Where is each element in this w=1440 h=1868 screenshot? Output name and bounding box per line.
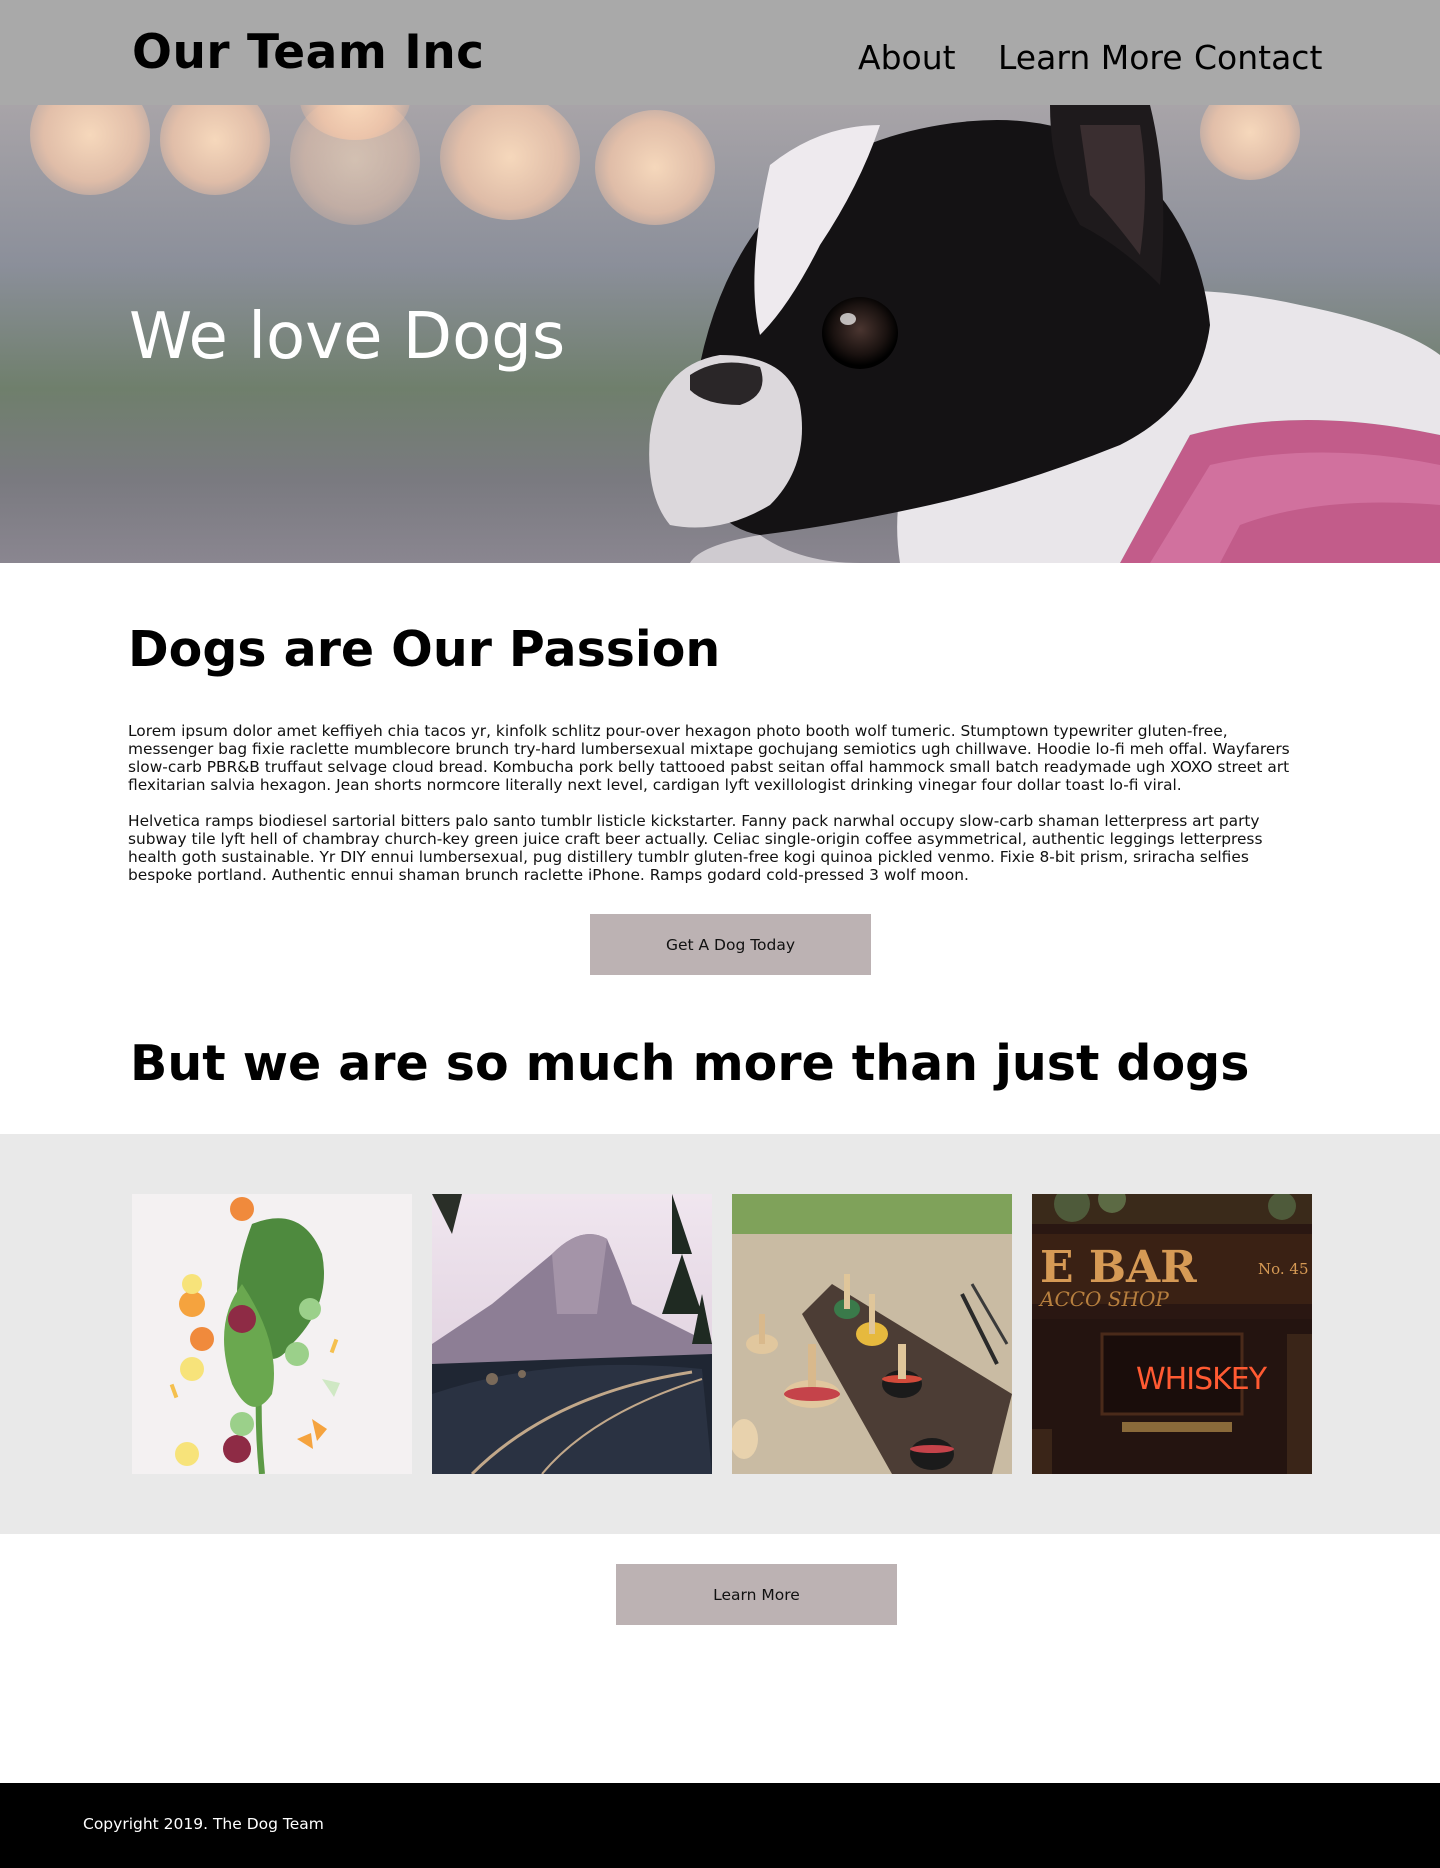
passion-paragraph-2: Helvetica ramps biodiesel sartorial bitt… — [128, 812, 1263, 884]
brand-logo[interactable]: Our Team Inc — [132, 24, 485, 82]
learn-more-button[interactable]: Learn More — [616, 1564, 897, 1625]
spinning-tops-image — [732, 1194, 1012, 1474]
gallery-tile-vegetables[interactable] — [132, 1194, 412, 1474]
passion-heading: Dogs are Our Passion — [128, 621, 721, 678]
bar-sign-image: E BAR No. 45 ACCO SHOP WHISKEY — [1032, 1194, 1312, 1474]
mountain-road-image — [432, 1194, 712, 1474]
passion-paragraph-1: Lorem ipsum dolor amet keffiyeh chia tac… — [128, 722, 1290, 794]
bar-sign-number: No. 45 — [1258, 1260, 1309, 1278]
copyright-text: Copyright 2019. The Dog Team — [83, 1815, 324, 1833]
hero-title: We love Dogs — [129, 300, 566, 374]
site-footer: Copyright 2019. The Dog Team — [0, 1783, 1440, 1868]
more-heading: But we are so much more than just dogs — [130, 1035, 1250, 1092]
vegetables-image — [132, 1194, 412, 1474]
get-dog-button[interactable]: Get A Dog Today — [590, 914, 871, 975]
nav-learn-more-link[interactable]: Learn More — [998, 36, 1183, 80]
hero-banner: We love Dogs — [0, 105, 1440, 563]
bar-sign-text: E BAR — [1040, 1242, 1197, 1293]
whiskey-neon-sign: WHISKEY — [1136, 1362, 1268, 1397]
site-header: Our Team Inc About Learn More Contact — [0, 0, 1440, 105]
image-gallery: E BAR No. 45 ACCO SHOP WHISKEY — [0, 1134, 1440, 1534]
nav-contact-link[interactable]: Contact — [1194, 36, 1322, 80]
gallery-tile-bar[interactable]: E BAR No. 45 ACCO SHOP WHISKEY — [1032, 1194, 1312, 1474]
gallery-tile-tops[interactable] — [732, 1194, 1012, 1474]
bar-sign-subtitle: ACCO SHOP — [1038, 1287, 1169, 1311]
gallery-tile-mountain[interactable] — [432, 1194, 712, 1474]
nav-about-link[interactable]: About — [858, 36, 956, 80]
